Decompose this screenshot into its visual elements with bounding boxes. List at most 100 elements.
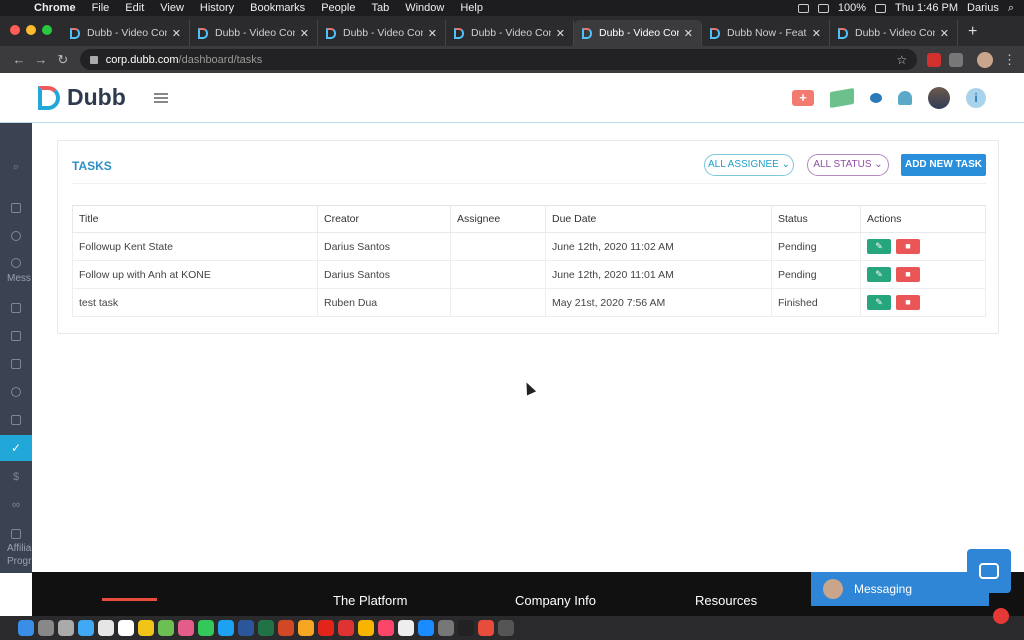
maximize-window-button[interactable] xyxy=(42,25,52,35)
spotlight-icon[interactable]: ⌕ xyxy=(1008,2,1014,15)
battery-level[interactable]: 100% xyxy=(838,2,866,14)
browser-tab[interactable]: Dubb - Video Comm ✕ xyxy=(830,20,958,46)
chart-icon[interactable] xyxy=(0,415,32,428)
flag-icon[interactable] xyxy=(0,359,32,372)
assignee-filter-dropdown[interactable]: ALL ASSIGNEE ⌄ xyxy=(704,154,794,176)
messenger-launcher-button[interactable] xyxy=(967,549,1011,593)
menu-window[interactable]: Window xyxy=(397,2,452,14)
finder-icon[interactable] xyxy=(18,620,34,636)
menu-edit[interactable]: Edit xyxy=(117,2,152,14)
bag-icon[interactable] xyxy=(0,303,32,316)
stickies-icon[interactable] xyxy=(138,620,154,636)
messages-app-icon[interactable] xyxy=(198,620,214,636)
browser-menu-icon[interactable]: ⋮ xyxy=(1003,52,1016,68)
task-title[interactable]: Followup Kent State xyxy=(72,232,318,261)
sidebar-label-affiliate[interactable]: Affilia xyxy=(7,543,31,554)
menu-tab[interactable]: Tab xyxy=(363,2,397,14)
contacts-icon[interactable] xyxy=(0,331,32,344)
photos-icon[interactable] xyxy=(178,620,194,636)
home-icon[interactable] xyxy=(0,203,32,216)
delete-trash-icon[interactable]: ■ xyxy=(896,239,920,254)
link-icon[interactable]: ∞ xyxy=(0,499,32,511)
blocked-app-icon[interactable] xyxy=(338,620,354,636)
add-new-task-button[interactable]: ADD NEW TASK xyxy=(901,154,986,176)
terminal-icon[interactable] xyxy=(458,620,474,636)
chrome-icon[interactable] xyxy=(478,620,494,636)
menu-file[interactable]: File xyxy=(84,2,118,14)
chat-icon[interactable] xyxy=(870,92,882,103)
close-tab-icon[interactable]: ✕ xyxy=(556,27,565,40)
dubb-logo[interactable]: Dubb xyxy=(38,84,126,111)
bell-icon[interactable] xyxy=(898,90,912,105)
tasks-icon[interactable]: ✓ xyxy=(0,435,32,461)
menu-history[interactable]: History xyxy=(192,2,242,14)
dollar-icon[interactable]: $ xyxy=(0,471,32,483)
new-tab-button[interactable]: + xyxy=(958,23,977,46)
messages-icon[interactable] xyxy=(0,258,32,271)
messaging-bar[interactable]: Messaging xyxy=(811,572,989,606)
folder-icon[interactable] xyxy=(358,620,374,636)
hamburger-menu-icon[interactable] xyxy=(153,92,168,103)
close-tab-icon[interactable]: ✕ xyxy=(812,27,821,40)
address-bar[interactable]: corp.dubb.com /dashboard/tasks ☆ xyxy=(79,49,918,70)
edit-pencil-icon[interactable]: ✎ xyxy=(867,239,891,254)
forward-arrow-icon[interactable]: → xyxy=(30,52,52,67)
column-header-due-date[interactable]: Due Date xyxy=(545,205,772,233)
menu-user[interactable]: Darius xyxy=(967,2,999,14)
launchpad-icon[interactable] xyxy=(58,620,74,636)
extension-icon[interactable] xyxy=(927,52,942,67)
target-icon[interactable] xyxy=(0,387,32,400)
profile-avatar[interactable] xyxy=(977,51,993,68)
minimize-window-button[interactable] xyxy=(26,25,36,35)
column-header-title[interactable]: Title xyxy=(72,205,318,233)
info-icon[interactable]: i xyxy=(966,87,986,108)
sidebar-label-messages[interactable]: Mess xyxy=(7,273,31,284)
menu-bookmarks[interactable]: Bookmarks xyxy=(242,2,313,14)
task-title[interactable]: Follow up with Anh at KONE xyxy=(72,260,318,289)
column-header-creator[interactable]: Creator xyxy=(317,205,451,233)
search-icon[interactable]: ⌕ xyxy=(0,161,32,174)
menu-clock[interactable]: Thu 1:46 PM xyxy=(895,2,958,14)
menu-app-name[interactable]: Chrome xyxy=(26,2,84,14)
affiliate-icon[interactable] xyxy=(0,529,32,542)
acrobat-icon[interactable] xyxy=(318,620,334,636)
system-preferences-icon[interactable] xyxy=(438,620,454,636)
youtube-badge-icon[interactable] xyxy=(993,608,1009,624)
edit-pencil-icon[interactable]: ✎ xyxy=(867,295,891,310)
maps-icon[interactable] xyxy=(158,620,174,636)
menu-people[interactable]: People xyxy=(313,2,363,14)
back-arrow-icon[interactable]: ← xyxy=(8,52,30,67)
edit-pencil-icon[interactable]: ✎ xyxy=(867,267,891,282)
close-tab-icon[interactable]: ✕ xyxy=(428,27,437,40)
status-icon[interactable] xyxy=(797,3,809,13)
browser-tab[interactable]: Dubb - Video Comm ✕ xyxy=(446,20,574,46)
browser-tab-active[interactable]: Dubb - Video Comm ✕ xyxy=(574,20,702,46)
delete-trash-icon[interactable]: ■ xyxy=(896,295,920,310)
bookmark-star-icon[interactable]: ☆ xyxy=(896,53,907,67)
battery-icon[interactable] xyxy=(875,3,887,13)
close-tab-icon[interactable]: ✕ xyxy=(172,27,181,40)
powerpoint-icon[interactable] xyxy=(278,620,294,636)
money-icon[interactable] xyxy=(830,87,854,108)
wifi-icon[interactable] xyxy=(817,3,829,13)
notes-icon[interactable] xyxy=(98,620,114,636)
menu-view[interactable]: View xyxy=(152,2,192,14)
close-tab-icon[interactable]: ✕ xyxy=(940,27,949,40)
status-filter-dropdown[interactable]: ALL STATUS ⌄ xyxy=(807,154,889,176)
close-tab-icon[interactable]: ✕ xyxy=(300,27,309,40)
calendar-icon[interactable] xyxy=(118,620,134,636)
task-title[interactable]: test task xyxy=(72,288,318,317)
delete-trash-icon[interactable]: ■ xyxy=(896,267,920,282)
preview-icon[interactable] xyxy=(398,620,414,636)
browser-tab[interactable]: Dubb Now - Feature ✕ xyxy=(702,20,830,46)
close-tab-icon[interactable]: ✕ xyxy=(684,27,693,40)
word-icon[interactable] xyxy=(238,620,254,636)
outlook-icon[interactable] xyxy=(298,620,314,636)
browser-tab[interactable]: Dubb - Video Comm ✕ xyxy=(318,20,446,46)
reload-icon[interactable]: ↻ xyxy=(52,52,74,68)
browser-tab[interactable]: Dubb - Video Comm ✕ xyxy=(190,20,318,46)
app-store-icon[interactable] xyxy=(418,620,434,636)
close-window-button[interactable] xyxy=(10,25,20,35)
sidebar-label-affiliate-2[interactable]: Progr xyxy=(7,556,31,567)
browser-tab[interactable]: Dubb - Video Comm ✕ xyxy=(62,20,190,46)
